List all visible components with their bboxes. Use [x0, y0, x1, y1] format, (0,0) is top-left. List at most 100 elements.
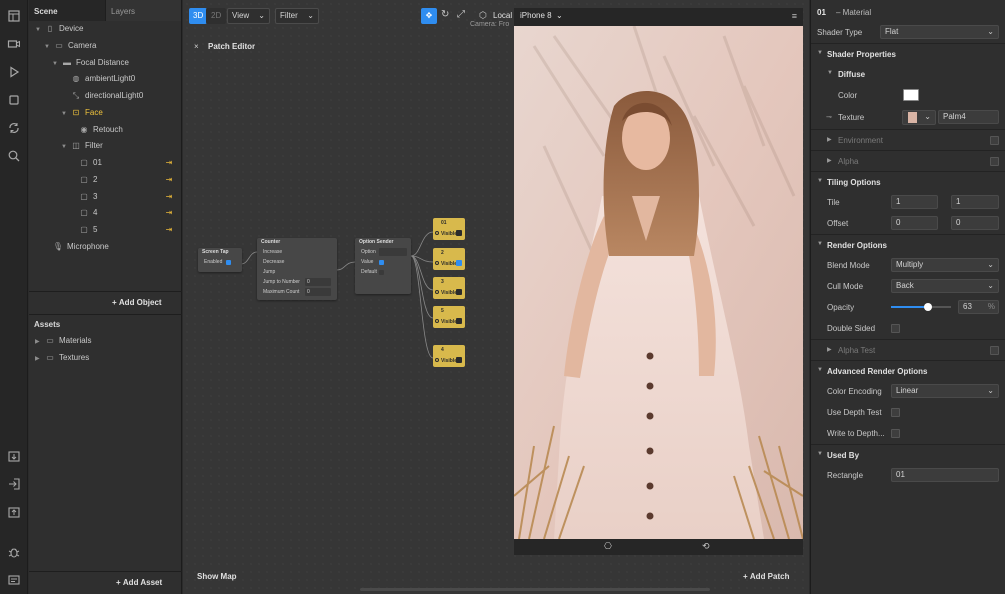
- visible-checkbox[interactable]: [456, 289, 462, 295]
- node-port-dot[interactable]: [435, 358, 439, 362]
- refresh-icon[interactable]: [7, 121, 21, 135]
- patch-node-counter[interactable]: Counter Increase Decrease Jump Jump to N…: [257, 238, 337, 300]
- section-shader-properties[interactable]: ▼ Shader Properties: [811, 43, 1005, 64]
- section-used-by[interactable]: ▼ Used By: [811, 444, 1005, 465]
- section-advanced-render-options[interactable]: ▼ Advanced Render Options: [811, 360, 1005, 381]
- patch-link-icon[interactable]: ⇥: [163, 189, 175, 205]
- chevron-down-icon[interactable]: ▼: [52, 56, 61, 72]
- console-icon[interactable]: [7, 573, 21, 587]
- node-port-value[interactable]: Value: [355, 257, 411, 267]
- tree-item-2[interactable]: ▢ 2: [78, 172, 97, 188]
- tree-item-ambient-light[interactable]: ◍ ambientLight0: [70, 71, 136, 87]
- add-object-button[interactable]: + Add Object: [112, 298, 162, 307]
- offset-y-field[interactable]: 0: [951, 216, 999, 230]
- play-icon[interactable]: [7, 65, 21, 79]
- chevron-right-icon[interactable]: ▶: [35, 334, 44, 350]
- node-port-dot[interactable]: [435, 290, 439, 294]
- value-field[interactable]: 0: [305, 288, 331, 296]
- layout-icon[interactable]: [7, 9, 21, 23]
- visible-checkbox[interactable]: [456, 260, 462, 266]
- opacity-field[interactable]: 63 %: [958, 300, 999, 314]
- environment-checkbox[interactable]: [990, 136, 999, 145]
- export-icon[interactable]: [7, 505, 21, 519]
- section-tiling-options[interactable]: ▼ Tiling Options: [811, 171, 1005, 192]
- opacity-slider[interactable]: [891, 303, 951, 311]
- login-icon[interactable]: [7, 477, 21, 491]
- tile-x-field[interactable]: 1: [891, 195, 938, 209]
- section-alpha[interactable]: ▶ Alpha: [811, 150, 1005, 171]
- node-port-jump-to-number[interactable]: Jump to Number 0: [257, 277, 337, 287]
- texture-name-field[interactable]: Palm4: [938, 110, 999, 124]
- color-encoding-select[interactable]: Linear ⌄: [891, 384, 999, 398]
- write-to-depth-checkbox[interactable]: [891, 429, 900, 438]
- alpha-test-checkbox[interactable]: [990, 346, 999, 355]
- patch-node-object-01[interactable]: 01 Visible: [433, 218, 465, 240]
- tree-item-directional-light[interactable]: ⤡ directionalLight0: [70, 88, 143, 104]
- cull-mode-select[interactable]: Back ⌄: [891, 279, 999, 293]
- node-port-default[interactable]: Default: [355, 267, 411, 277]
- tree-item-microphone[interactable]: 🎙 Microphone: [52, 239, 109, 255]
- patch-node-screen-tap[interactable]: Screen Tap Enabled: [198, 248, 242, 272]
- import-icon[interactable]: [7, 449, 21, 463]
- checkbox[interactable]: [379, 269, 384, 275]
- show-map-button[interactable]: Show Map: [197, 572, 237, 581]
- tree-item-camera[interactable]: ▼ ▭ Camera: [44, 38, 96, 54]
- chevron-down-icon[interactable]: ▼: [44, 39, 53, 55]
- node-port-maximum-count[interactable]: Maximum Count 0: [257, 287, 337, 297]
- shader-type-select[interactable]: Flat ⌄: [880, 25, 999, 39]
- patch-node-object-4[interactable]: 4 Visible: [433, 345, 465, 367]
- texture-picker[interactable]: ⌄: [902, 110, 936, 125]
- tree-item-4[interactable]: ▢ 4: [78, 205, 97, 221]
- node-port-increase[interactable]: Increase: [257, 247, 337, 257]
- add-asset-button[interactable]: + Add Asset: [116, 578, 162, 587]
- search-icon[interactable]: [7, 149, 21, 163]
- tab-layers[interactable]: Layers: [105, 0, 181, 21]
- opacity-slider-thumb[interactable]: [924, 303, 932, 311]
- asset-folder-textures[interactable]: ▶ ▭ Textures: [35, 350, 89, 366]
- stop-icon[interactable]: [7, 93, 21, 107]
- video-icon[interactable]: [7, 37, 21, 51]
- section-render-options[interactable]: ▼ Render Options: [811, 234, 1005, 255]
- visible-checkbox[interactable]: [456, 230, 462, 236]
- patch-node-option-sender[interactable]: Option Sender Option Value Default: [355, 238, 411, 294]
- checkbox[interactable]: [226, 259, 231, 265]
- patch-editor-canvas[interactable]: 3D 2D View ⌄ Filter ⌄ ✥ ↻ ⤢ ⬡ Local Came…: [183, 0, 809, 594]
- tab-scene[interactable]: Scene: [29, 0, 105, 21]
- section-environment[interactable]: ▶ Environment: [811, 129, 1005, 150]
- tree-item-focal-distance[interactable]: ▼ ▬ Focal Distance: [52, 55, 129, 71]
- section-diffuse[interactable]: ▼ Diffuse: [811, 64, 1005, 85]
- link-icon[interactable]: ⊸: [826, 113, 832, 121]
- patch-link-icon[interactable]: ⇥: [163, 205, 175, 221]
- chevron-down-icon[interactable]: ▼: [35, 22, 44, 38]
- rectangle-reference-field[interactable]: 01: [891, 468, 999, 482]
- offset-x-field[interactable]: 0: [891, 216, 938, 230]
- patch-node-object-3[interactable]: 3 Visible: [433, 277, 465, 299]
- bug-icon[interactable]: [7, 545, 21, 559]
- node-port-jump[interactable]: Jump: [257, 267, 337, 277]
- tree-item-5[interactable]: ▢ 5: [78, 222, 97, 238]
- value-field[interactable]: [379, 248, 407, 256]
- double-sided-checkbox[interactable]: [891, 324, 900, 333]
- patch-link-icon[interactable]: ⇥: [163, 155, 175, 171]
- visible-checkbox[interactable]: [456, 318, 462, 324]
- node-port-dot[interactable]: [435, 261, 439, 265]
- chevron-down-icon[interactable]: ▼: [61, 106, 70, 122]
- tile-y-field[interactable]: 1: [951, 195, 999, 209]
- asset-folder-materials[interactable]: ▶ ▭ Materials: [35, 333, 91, 349]
- node-port-enabled[interactable]: Enabled: [198, 257, 242, 267]
- chevron-right-icon[interactable]: ▶: [35, 351, 44, 367]
- value-field[interactable]: 0: [305, 278, 331, 286]
- node-port-decrease[interactable]: Decrease: [257, 257, 337, 267]
- patch-link-icon[interactable]: ⇥: [163, 222, 175, 238]
- horizontal-scrollbar[interactable]: [360, 588, 710, 591]
- patch-link-icon[interactable]: ⇥: [163, 172, 175, 188]
- chevron-down-icon[interactable]: ▼: [61, 139, 70, 155]
- add-patch-button[interactable]: + Add Patch: [743, 572, 789, 581]
- patch-node-object-5[interactable]: 5 Visible: [433, 306, 465, 328]
- tree-item-face[interactable]: ▼ ⊡ Face: [61, 105, 103, 121]
- node-port-dot[interactable]: [435, 231, 439, 235]
- color-swatch[interactable]: [903, 89, 919, 101]
- patch-node-object-2[interactable]: 2 Visible: [433, 248, 465, 270]
- tree-item-filter[interactable]: ▼ ◫ Filter: [61, 138, 103, 154]
- visible-checkbox[interactable]: [456, 357, 462, 363]
